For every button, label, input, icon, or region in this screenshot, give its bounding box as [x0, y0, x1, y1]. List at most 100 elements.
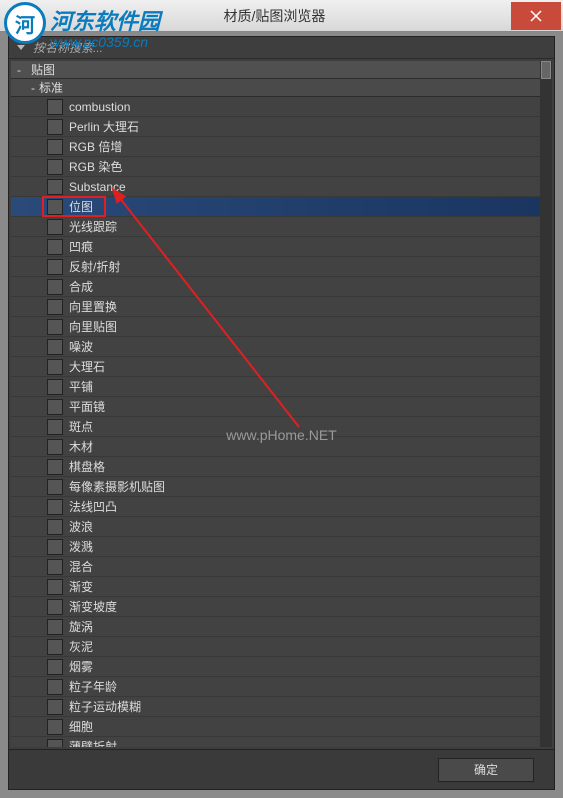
- tree-item-label: 薄壁折射: [69, 738, 117, 747]
- tree-item[interactable]: 混合: [11, 557, 540, 577]
- map-swatch-icon: [47, 419, 63, 435]
- tree-item[interactable]: 粒子年龄: [11, 677, 540, 697]
- tree-item[interactable]: 向里置换: [11, 297, 540, 317]
- search-input[interactable]: [33, 41, 550, 55]
- map-swatch-icon: [47, 579, 63, 595]
- tree-item[interactable]: 每像素摄影机贴图: [11, 477, 540, 497]
- tree-item[interactable]: 烟雾: [11, 657, 540, 677]
- map-swatch-icon: [47, 539, 63, 555]
- map-swatch-icon: [47, 199, 63, 215]
- tree-item-label: RGB 倍增: [69, 138, 122, 155]
- tree-item[interactable]: 波浪: [11, 517, 540, 537]
- tree-item[interactable]: combustion: [11, 97, 540, 117]
- map-swatch-icon: [47, 699, 63, 715]
- map-swatch-icon: [47, 679, 63, 695]
- tree-item-label: 灰泥: [69, 638, 93, 655]
- tree-item-label: 向里贴图: [69, 318, 117, 335]
- tree-item-label: 波浪: [69, 518, 93, 535]
- tree-item[interactable]: 木材: [11, 437, 540, 457]
- scrollbar-thumb[interactable]: [541, 61, 551, 79]
- tree-item[interactable]: 合成: [11, 277, 540, 297]
- close-icon: [530, 10, 542, 22]
- titlebar: 材质/贴图浏览器: [0, 0, 563, 32]
- collapse-icon: -: [17, 63, 27, 77]
- window-title: 材质/贴图浏览器: [38, 6, 511, 26]
- tree-item-label: Perlin 大理石: [69, 118, 139, 135]
- tree-item-label: 每像素摄影机贴图: [69, 478, 165, 495]
- tree-item[interactable]: 棋盘格: [11, 457, 540, 477]
- map-swatch-icon: [47, 599, 63, 615]
- menu-dropdown-icon[interactable]: [13, 40, 29, 56]
- tree-item[interactable]: 反射/折射: [11, 257, 540, 277]
- tree-item[interactable]: 法线凹凸: [11, 497, 540, 517]
- tree-item-label: 混合: [69, 558, 93, 575]
- map-swatch-icon: [47, 179, 63, 195]
- browser-panel: - 贴图 - 标准 combustion Perlin 大理石 RGB 倍增 RGB …: [8, 36, 555, 790]
- scrollbar[interactable]: [540, 61, 552, 747]
- tree-item[interactable]: RGB 染色: [11, 157, 540, 177]
- tree-item[interactable]: 平面镜: [11, 397, 540, 417]
- map-swatch-icon: [47, 619, 63, 635]
- tree-item[interactable]: 凹痕: [11, 237, 540, 257]
- tree-item[interactable]: 灰泥: [11, 637, 540, 657]
- tree-item-label: 合成: [69, 278, 93, 295]
- tree-item[interactable]: 向里贴图: [11, 317, 540, 337]
- tree-item-label: 泼溅: [69, 538, 93, 555]
- tree-item-label: 粒子运动模糊: [69, 698, 141, 715]
- tree-item[interactable]: 渐变坡度: [11, 597, 540, 617]
- tree-item[interactable]: 粒子运动模糊: [11, 697, 540, 717]
- tree-item-label: 凹痕: [69, 238, 93, 255]
- map-swatch-icon: [47, 159, 63, 175]
- map-swatch-icon: [47, 279, 63, 295]
- tree-item[interactable]: 位图: [11, 197, 540, 217]
- tree-item[interactable]: 噪波: [11, 337, 540, 357]
- tree-item[interactable]: Perlin 大理石: [11, 117, 540, 137]
- tree-root-label: 贴图: [31, 61, 55, 78]
- tree-item[interactable]: 平铺: [11, 377, 540, 397]
- tree-item-label: RGB 染色: [69, 158, 122, 175]
- tree-item[interactable]: RGB 倍增: [11, 137, 540, 157]
- tree-item[interactable]: 泼溅: [11, 537, 540, 557]
- map-swatch-icon: [47, 259, 63, 275]
- map-swatch-icon: [47, 659, 63, 675]
- map-swatch-icon: [47, 739, 63, 748]
- tree-root[interactable]: - 贴图: [11, 61, 540, 79]
- tree-item-label: 细胞: [69, 718, 93, 735]
- map-swatch-icon: [47, 399, 63, 415]
- tree-item-label: 平面镜: [69, 398, 105, 415]
- tree-item-label: 渐变坡度: [69, 598, 117, 615]
- tree-item[interactable]: 薄壁折射: [11, 737, 540, 747]
- tree-item[interactable]: 旋涡: [11, 617, 540, 637]
- tree-item[interactable]: 渐变: [11, 577, 540, 597]
- map-swatch-icon: [47, 639, 63, 655]
- close-button[interactable]: [511, 2, 561, 30]
- tree-item-label: 棋盘格: [69, 458, 105, 475]
- map-swatch-icon: [47, 519, 63, 535]
- map-swatch-icon: [47, 319, 63, 335]
- tree-item-label: 烟雾: [69, 658, 93, 675]
- map-swatch-icon: [47, 139, 63, 155]
- map-swatch-icon: [47, 479, 63, 495]
- tree-category[interactable]: - 标准: [11, 79, 540, 97]
- tree-item-label: 旋涡: [69, 618, 93, 635]
- tree-item[interactable]: 光线跟踪: [11, 217, 540, 237]
- tree-item[interactable]: 斑点: [11, 417, 540, 437]
- tree-item-label: combustion: [69, 100, 130, 114]
- tree-item-label: 木材: [69, 438, 93, 455]
- tree-category-label: 标准: [39, 79, 63, 96]
- tree-item[interactable]: Substance: [11, 177, 540, 197]
- map-swatch-icon: [47, 339, 63, 355]
- search-row: [9, 37, 554, 59]
- map-swatch-icon: [47, 719, 63, 735]
- tree-item-label: 斑点: [69, 418, 93, 435]
- tree-item-label: 反射/折射: [69, 258, 120, 275]
- tree-item[interactable]: 大理石: [11, 357, 540, 377]
- map-swatch-icon: [47, 379, 63, 395]
- map-swatch-icon: [47, 299, 63, 315]
- app-icon: [0, 0, 38, 32]
- tree-item-label: Substance: [69, 180, 126, 194]
- tree-item-label: 法线凹凸: [69, 498, 117, 515]
- tree-item[interactable]: 细胞: [11, 717, 540, 737]
- map-swatch-icon: [47, 499, 63, 515]
- ok-button[interactable]: 确定: [438, 758, 534, 782]
